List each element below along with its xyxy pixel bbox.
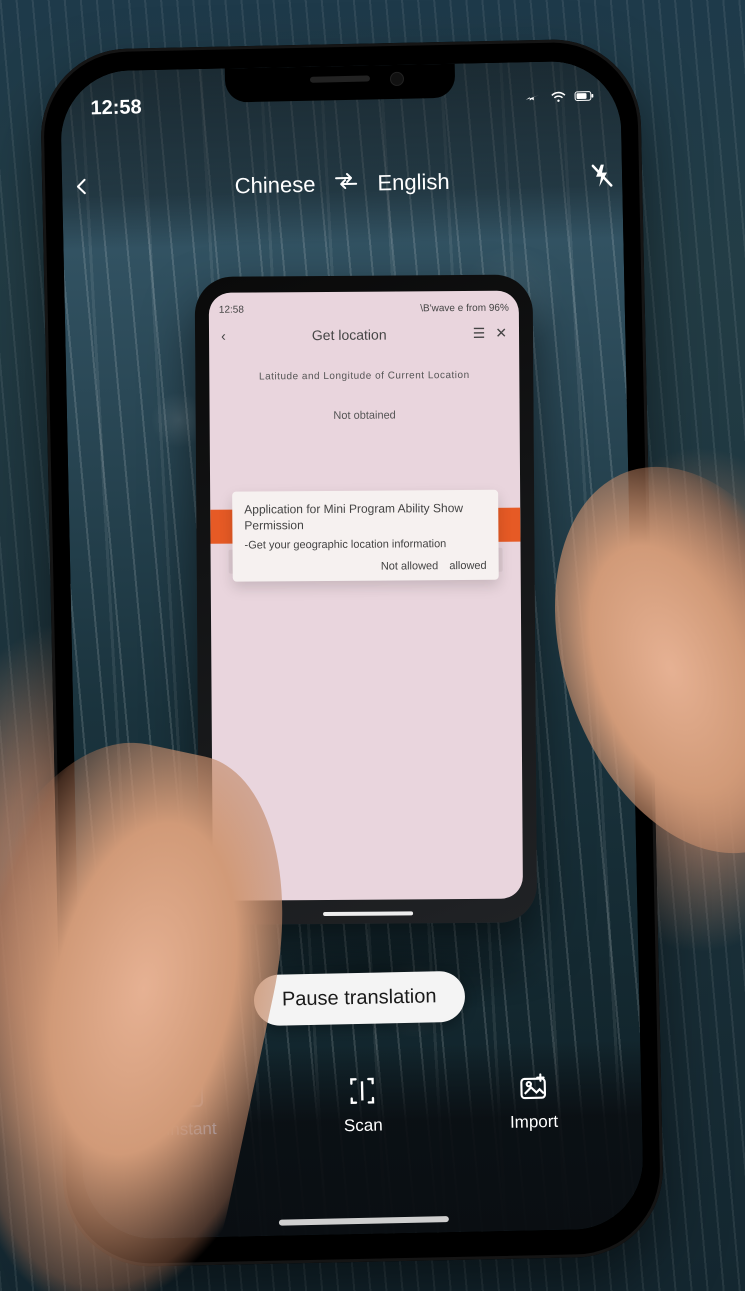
subject-status-time: 12:58 (219, 304, 244, 315)
flash-off-icon (590, 162, 615, 188)
photo-scene: 12:58 Chi (0, 0, 745, 1291)
subject-status-bar: 12:58 \B'wave e from 96% (209, 291, 519, 323)
iphone-notch (225, 64, 456, 103)
tab-instant-label: Instant (165, 1119, 216, 1140)
flash-toggle[interactable] (582, 162, 623, 195)
source-language[interactable]: Chinese (234, 172, 315, 200)
import-icon (516, 1070, 551, 1105)
subject-menu-icon: ☰ (473, 325, 486, 342)
dialog-subtext: -Get your geographic location informatio… (244, 538, 486, 552)
instant-icon (173, 1077, 208, 1112)
status-time: 12:58 (90, 96, 142, 120)
dialog-not-allowed: Not allowed (381, 561, 439, 573)
subject-line-notobtained: Not obtained (210, 409, 520, 423)
back-button[interactable] (62, 174, 103, 206)
status-right-cluster (522, 86, 594, 111)
target-language[interactable]: English (377, 169, 450, 197)
bottom-tab-bar: Instant Scan Import (80, 1040, 644, 1240)
dialog-actions: Not allowed allowed (245, 560, 487, 574)
wifi-icon (548, 87, 568, 110)
battery-icon (574, 86, 594, 109)
tab-import-label: Import (510, 1112, 559, 1133)
subject-header-title: Get location (226, 325, 473, 343)
tab-import[interactable]: Import (509, 1070, 558, 1133)
scan-icon (345, 1074, 380, 1109)
tab-scan[interactable]: Scan (343, 1073, 383, 1136)
tab-scan-label: Scan (344, 1115, 383, 1136)
airplane-mode-icon (522, 87, 542, 110)
tab-instant[interactable]: Instant (165, 1077, 217, 1140)
subject-body: Latitude and Longitude of Current Locati… (209, 370, 523, 901)
iphone-device: 12:58 Chi (39, 38, 664, 1268)
subject-home-indicator (323, 911, 413, 916)
swap-icon (333, 171, 359, 192)
permission-dialog: Application for Mini Program Ability Sho… (232, 490, 499, 582)
subject-phone: 12:58 \B'wave e from 96% ‹ Get location … (195, 275, 538, 925)
pause-translation-button[interactable]: Pause translation (253, 971, 465, 1026)
swap-languages-button[interactable] (333, 171, 360, 198)
dialog-heading: Application for Mini Program Ability Sho… (244, 500, 486, 534)
chevron-left-icon (72, 174, 92, 198)
subject-line-latlong: Latitude and Longitude of Current Locati… (209, 370, 519, 383)
subject-phone-screen: 12:58 \B'wave e from 96% ‹ Get location … (209, 291, 523, 901)
subject-header: ‹ Get location ☰ ✕ (209, 321, 519, 350)
iphone-screen: 12:58 Chi (60, 60, 644, 1239)
subject-close-icon: ✕ (495, 325, 507, 342)
subject-status-right: \B'wave e from 96% (420, 302, 509, 314)
dialog-allowed: allowed (449, 560, 486, 572)
